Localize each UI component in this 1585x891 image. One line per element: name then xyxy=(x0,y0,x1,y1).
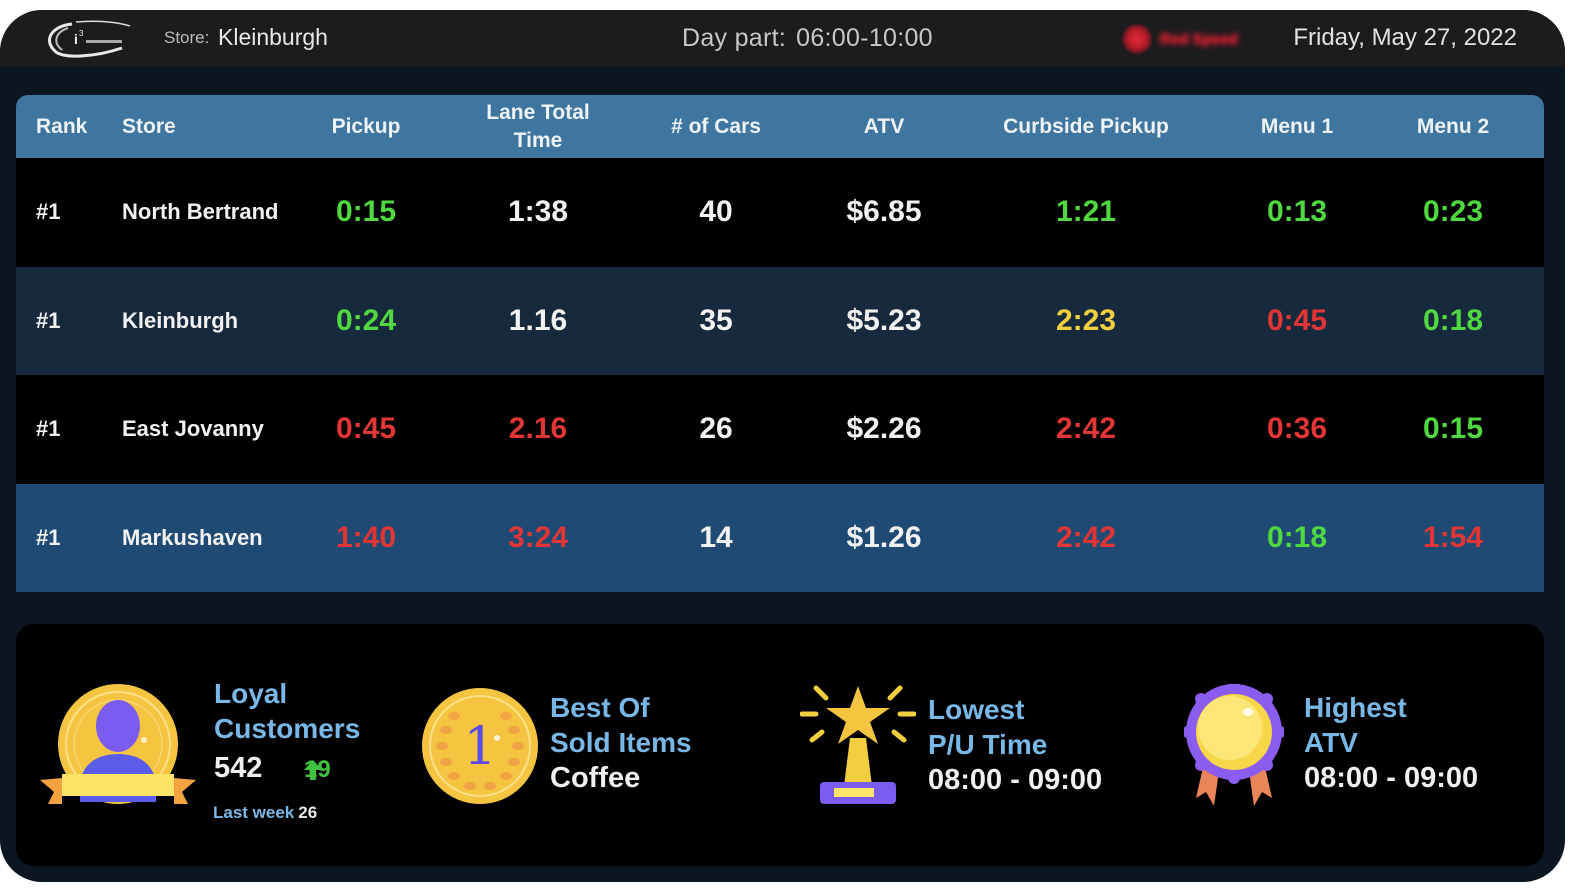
last-week-value: 26 xyxy=(298,803,318,822)
cell-rank: #1 xyxy=(36,199,61,225)
column-header-lane-total-time: Lane Total Time xyxy=(468,95,608,158)
current-date: Friday, May 27, 2022 xyxy=(1293,24,1517,51)
stat-lowest-pu-time: Lowest P/U Time 08:00 - 09:00 xyxy=(786,624,1166,866)
gold-coin-number-one-icon: 1 xyxy=(422,688,538,804)
table-row[interactable]: #1 East Jovanny 0:45 2.16 26 $2.26 2:42 … xyxy=(16,375,1544,484)
table-row[interactable]: #1 Markushaven 1:40 3:24 14 $1.26 2:42 0… xyxy=(16,483,1544,592)
cell-curbside-pickup: 2:42 xyxy=(1055,412,1117,446)
cell-store: East Jovanny xyxy=(122,416,264,442)
cell-cars: 40 xyxy=(699,195,733,229)
store-label: Store: xyxy=(164,28,210,47)
cell-menu-1: 0:18 xyxy=(1266,520,1328,554)
arrow-up-icon xyxy=(304,760,322,780)
table-row[interactable]: #1 North Bertrand 0:15 1:38 40 $6.85 1:2… xyxy=(16,158,1544,267)
table-row[interactable]: #1 Kleinburgh 0:24 1.16 35 $5.23 2:23 0:… xyxy=(16,266,1544,375)
status-indicator[interactable]: Red Speed xyxy=(1122,22,1252,56)
column-header-store: Store xyxy=(122,114,176,138)
cell-menu-2: 0:23 xyxy=(1422,195,1484,229)
cell-store: North Bertrand xyxy=(122,199,279,225)
table-header: Rank Store Pickup Lane Total Time # of Ca… xyxy=(16,95,1544,158)
lane-header-line1: Lane Total xyxy=(486,100,590,124)
award-ribbon-icon xyxy=(1184,684,1284,806)
loyal-change: 19 xyxy=(304,756,331,784)
cell-pickup: 0:15 xyxy=(335,195,397,229)
cell-lane-total-time: 2.16 xyxy=(508,412,568,446)
highest-atv-title-line1: Highest xyxy=(1304,692,1407,723)
cell-lane-total-time: 1.16 xyxy=(508,303,568,337)
status-indicator-text: Red Speed xyxy=(1160,30,1238,48)
cell-pickup: 0:45 xyxy=(335,412,397,446)
column-header-rank: Rank xyxy=(36,114,88,138)
red-alert-dot-icon xyxy=(1122,24,1152,54)
lowest-pu-time-range: 08:00 - 09:00 xyxy=(928,764,1103,796)
cell-rank: #1 xyxy=(36,307,61,333)
loyal-customers-count: 542 xyxy=(214,752,263,784)
daypart-label: Day part: xyxy=(682,24,787,52)
store-name: Kleinburgh xyxy=(218,24,328,50)
svg-text:3: 3 xyxy=(79,29,84,38)
cell-store: Kleinburgh xyxy=(122,307,239,333)
cell-menu-2: 0:15 xyxy=(1422,412,1484,446)
dashboard-frame: i 3 Store: Kleinburgh Day part: 06:00-10:… xyxy=(0,10,1565,882)
column-header-menu-1: Menu 1 xyxy=(1260,114,1334,138)
highest-atv-title-line2: ATV xyxy=(1304,727,1358,758)
top-bar: i 3 Store: Kleinburgh Day part: 06:00-10:… xyxy=(0,10,1565,67)
cell-curbside-pickup: 2:42 xyxy=(1055,520,1117,554)
cell-atv: $6.85 xyxy=(846,195,922,229)
cell-menu-1: 0:13 xyxy=(1266,195,1328,229)
cell-lane-total-time: 3:24 xyxy=(507,520,569,554)
store-ranking-table: Rank Store Pickup Lane Total Time # of Ca… xyxy=(16,95,1544,592)
cell-curbside-pickup: 1:21 xyxy=(1055,195,1117,229)
last-week-label: Last week xyxy=(213,803,295,822)
best-sold-title-line2: Sold Items xyxy=(550,727,692,758)
svg-text:1: 1 xyxy=(463,717,496,777)
loyal-last-week: Last week 26 xyxy=(213,803,317,823)
cell-atv: $2.26 xyxy=(846,412,922,446)
highlights-panel: Loyal Customers 542 19 Last week26 xyxy=(16,624,1544,866)
loyal-customer-medal-icon xyxy=(40,684,196,804)
best-sold-item: Coffee xyxy=(550,762,641,794)
cell-menu-1: 0:36 xyxy=(1266,412,1328,446)
company-logo-icon: i 3 xyxy=(48,20,131,58)
daypart-value: 06:00-10:00 xyxy=(796,24,933,52)
lowest-pu-title-line1: Lowest xyxy=(928,694,1025,725)
lane-header-line2: Time xyxy=(513,128,563,152)
cell-cars: 35 xyxy=(699,303,733,337)
cell-lane-total-time: 1:38 xyxy=(507,195,569,229)
star-trophy-icon xyxy=(800,685,916,804)
cell-atv: $1.26 xyxy=(846,520,922,554)
cell-atv: $5.23 xyxy=(846,303,922,337)
cell-menu-2: 0:18 xyxy=(1422,303,1484,337)
cell-rank: #1 xyxy=(36,524,61,550)
daypart: Day part: 06:00-10:00 xyxy=(682,24,933,53)
svg-text:i: i xyxy=(74,31,78,47)
loyal-title-line1: Loyal xyxy=(214,678,288,709)
best-sold-title-line1: Best Of xyxy=(550,692,650,723)
cell-menu-1: 0:45 xyxy=(1266,303,1328,337)
cell-menu-2: 1:54 xyxy=(1422,520,1484,554)
stat-best-sold-items: 1 Best Of Sold Items Coffee xyxy=(406,624,786,866)
cell-pickup: 1:40 xyxy=(335,520,397,554)
column-header-atv: ATV xyxy=(863,114,905,138)
cell-cars: 26 xyxy=(699,412,733,446)
loyal-title-line2: Customers xyxy=(214,713,361,744)
cell-cars: 14 xyxy=(699,520,733,554)
stat-highest-atv: Highest ATV 08:00 - 09:00 xyxy=(1166,624,1544,866)
column-header-pickup: Pickup xyxy=(331,114,401,138)
column-header-curbside-pickup: Curbside Pickup xyxy=(1003,114,1169,138)
column-header-menu-2: Menu 2 xyxy=(1416,114,1490,138)
cell-rank: #1 xyxy=(36,416,61,442)
stat-loyal-customers: Loyal Customers 542 19 Last week26 xyxy=(16,624,406,866)
highest-atv-time-range: 08:00 - 09:00 xyxy=(1304,762,1479,794)
cell-pickup: 0:24 xyxy=(335,303,397,337)
cell-curbside-pickup: 2:23 xyxy=(1055,303,1117,337)
lowest-pu-title-line2: P/U Time xyxy=(928,729,1048,760)
cell-store: Markushaven xyxy=(122,524,263,550)
column-header-cars: # of Cars xyxy=(671,114,761,138)
